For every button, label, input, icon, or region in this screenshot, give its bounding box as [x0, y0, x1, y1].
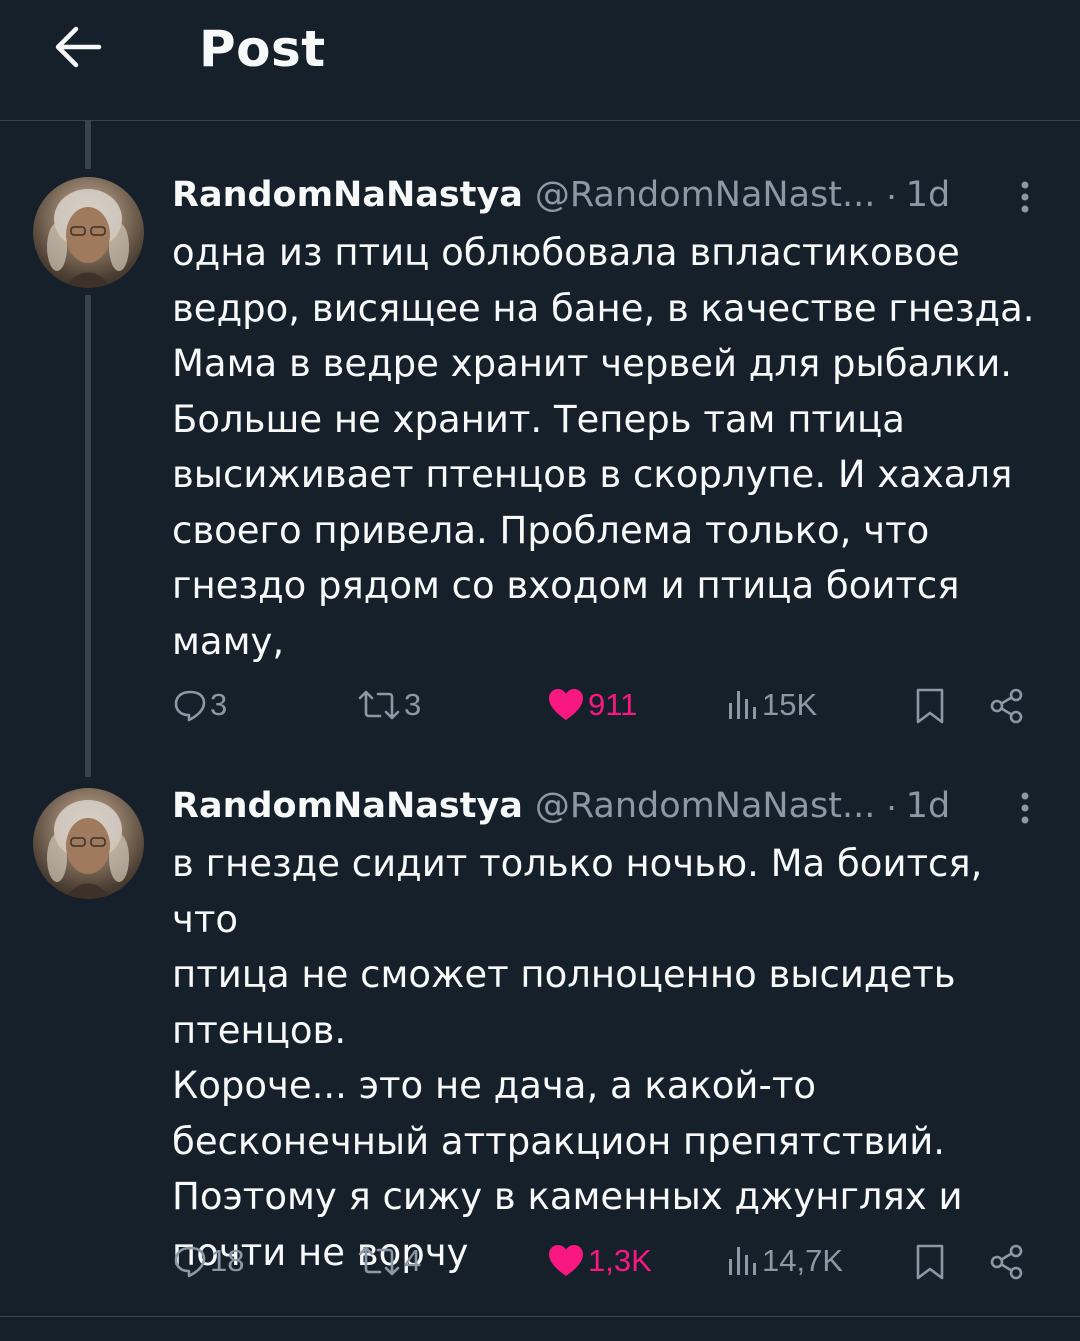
- retweet-count: 4: [404, 1243, 422, 1278]
- tweet-text: в гнезде сидит только ночью. Ма боится, …: [172, 842, 983, 1274]
- author-name[interactable]: RandomNaNastya: [172, 175, 523, 215]
- tweet-header: RandomNaNastya @RandomNaNast... · 1d: [172, 781, 950, 831]
- heart-icon: [549, 689, 583, 720]
- retweet-count: 3: [404, 687, 422, 722]
- share-button[interactable]: [988, 687, 1026, 725]
- bookmark-icon: [916, 1244, 944, 1280]
- separator-dot: ·: [885, 785, 898, 826]
- retweet-button[interactable]: 3: [356, 687, 421, 723]
- author-handle[interactable]: @RandomNaNast...: [535, 786, 876, 826]
- avatar[interactable]: [33, 177, 144, 288]
- thread-connector-line: [85, 121, 91, 169]
- top-bar: Post: [0, 0, 1080, 121]
- like-button[interactable]: 911: [546, 687, 637, 723]
- like-button[interactable]: 1,3K: [546, 1243, 652, 1279]
- reply-button[interactable]: 3: [172, 687, 227, 723]
- retweet-icon: [358, 1246, 400, 1276]
- page-title: Post: [199, 20, 326, 78]
- like-count: 911: [588, 687, 638, 722]
- tweet-text: одна из птиц облюбовала впластиковое вед…: [172, 231, 1035, 663]
- reply-count: 3: [210, 687, 228, 722]
- heart-icon: [549, 1245, 583, 1276]
- analytics-icon: [729, 1247, 756, 1275]
- bookmark-icon: [916, 688, 944, 724]
- tweet-actions: 18 4 1,3K 14,7K: [0, 1243, 1080, 1293]
- share-icon: [990, 688, 1023, 724]
- reply-icon: [174, 1246, 206, 1278]
- views-button[interactable]: 15K: [726, 687, 817, 723]
- more-options-icon[interactable]: [1015, 172, 1035, 222]
- share-button[interactable]: [988, 1243, 1026, 1281]
- tweet-actions: 3 3 911 15K: [0, 687, 1080, 737]
- timestamp[interactable]: 1d: [906, 175, 951, 215]
- view-count: 14,7K: [762, 1243, 844, 1278]
- timestamp[interactable]: 1d: [906, 786, 951, 826]
- reply-button[interactable]: 18: [172, 1243, 244, 1279]
- bookmark-button[interactable]: [914, 687, 946, 725]
- like-count: 1,3K: [588, 1243, 652, 1278]
- arrow-left-icon[interactable]: [52, 24, 102, 70]
- retweet-button[interactable]: 4: [356, 1243, 421, 1279]
- view-count: 15K: [762, 687, 818, 722]
- more-options-icon[interactable]: [1015, 783, 1035, 833]
- separator-dot: ·: [885, 174, 898, 215]
- reply-count: 18: [210, 1243, 245, 1278]
- tweet-header: RandomNaNastya @RandomNaNast... · 1d: [172, 170, 950, 220]
- retweet-icon: [358, 690, 400, 720]
- share-icon: [990, 1244, 1023, 1280]
- avatar[interactable]: [33, 788, 144, 899]
- analytics-icon: [729, 691, 756, 719]
- views-button[interactable]: 14,7K: [726, 1243, 843, 1279]
- author-handle[interactable]: @RandomNaNast...: [535, 175, 876, 215]
- author-name[interactable]: RandomNaNastya: [172, 786, 523, 826]
- bookmark-button[interactable]: [914, 1243, 946, 1281]
- divider: [0, 1316, 1080, 1317]
- reply-icon: [174, 690, 206, 722]
